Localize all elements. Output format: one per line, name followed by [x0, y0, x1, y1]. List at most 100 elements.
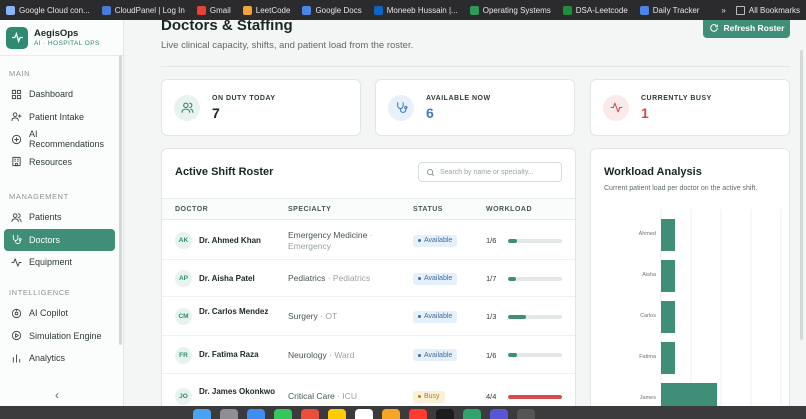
dock-app-icon[interactable] — [382, 409, 400, 419]
status-badge: Available — [413, 349, 458, 361]
stat-icon-circle — [603, 94, 629, 121]
more-bookmarks-button[interactable]: » — [721, 6, 725, 15]
dock-app-icon[interactable] — [328, 409, 346, 419]
table-row[interactable]: CM Dr. Carlos Mendez Surgery · OT Availa… — [162, 297, 575, 336]
bookmark-item[interactable]: DSA-Leetcode — [557, 0, 634, 20]
sidebar-item-analytics[interactable]: Analytics — [4, 347, 115, 369]
dock-app-icon[interactable] — [220, 409, 238, 419]
main-scrollbar[interactable] — [800, 50, 803, 340]
chart-category-label: Fatima — [639, 354, 657, 360]
refresh-roster-button[interactable]: Refresh Roster — [703, 20, 790, 38]
sidebar-item-patient-intake[interactable]: Patient Intake — [4, 106, 115, 128]
workload-bar-fill — [508, 314, 526, 319]
bookmark-list: Google Cloud con... CloudPanel | Log In Gm… — [0, 0, 705, 20]
stat-value: 7 — [212, 104, 220, 121]
workload-subtitle: Current patient load per doctor on the a… — [604, 185, 758, 192]
doctor-name: Dr. Aisha Patel — [199, 273, 255, 283]
sidebar-item-dashboard[interactable]: Dashboard — [4, 83, 115, 105]
collapse-sidebar-button[interactable]: ‹ — [55, 388, 59, 402]
roster-search-input[interactable]: Search by name or specialty... — [418, 162, 562, 182]
status-dot-icon — [418, 315, 421, 318]
sidebar-section-label: INTELLIGENCE — [9, 288, 71, 297]
status-label: Available — [424, 351, 453, 359]
status-dot-icon — [418, 277, 421, 280]
table-row[interactable]: AK Dr. Ahmed Khan Emergency Medicine · E… — [162, 221, 575, 260]
dock-app-icon[interactable] — [301, 409, 319, 419]
bookmark-item[interactable]: CloudPanel | Log In — [96, 0, 191, 20]
avatar: AK — [175, 232, 192, 249]
unit-name: ICU — [342, 391, 357, 401]
workload-bar — [508, 353, 562, 357]
stat-value: 1 — [641, 104, 649, 121]
sidebar-item-resources[interactable]: Resources — [4, 151, 115, 173]
column-header-specialty: SPECIALTY — [288, 206, 332, 213]
sidebar-item-label: Simulation Engine — [29, 330, 102, 341]
header-divider — [161, 66, 790, 67]
chart-bar — [661, 219, 675, 251]
doctor-specialty: Surgery · OT — [288, 311, 338, 321]
bookmark-item[interactable]: LeetCode — [237, 0, 297, 20]
dock-app-icon[interactable] — [490, 409, 508, 419]
status-label: Available — [424, 275, 453, 282]
sidebar-item-equipment[interactable]: Equipment — [4, 251, 115, 273]
bookmark-item[interactable]: Moneeb Hussain |... — [368, 0, 464, 20]
workload-bar-fill — [508, 394, 562, 399]
brand-subtitle: AI · HOSPITAL OPS — [34, 40, 100, 47]
sidebar-scrollbar[interactable] — [119, 55, 122, 345]
macos-dock — [0, 406, 806, 419]
column-header-workload: WORKLOAD — [486, 206, 532, 213]
bookmark-favicon-icon — [302, 5, 312, 15]
sidebar-item-doctors[interactable]: Doctors — [4, 228, 115, 251]
workload-count: 1/7 — [486, 274, 497, 283]
table-row[interactable]: AP Dr. Aisha Patel Pediatrics · Pediatri… — [162, 260, 575, 297]
building-icon — [12, 156, 21, 167]
sidebar-item-label: AI Copilot — [29, 308, 69, 318]
bookmark-item[interactable]: Google Docs — [296, 0, 367, 20]
bookmarks-overflow: » All Bookmarks — [721, 0, 806, 20]
bookmark-item[interactable]: Operating Systems — [464, 0, 557, 20]
page-subtitle: Live clinical capacity, shifts, and pati… — [161, 40, 414, 51]
dock-app-icon[interactable] — [517, 409, 535, 419]
folder-icon — [735, 5, 745, 15]
all-bookmarks-link[interactable]: All Bookmarks — [735, 0, 800, 20]
sidebar-item-simulation-engine[interactable]: Simulation Engine — [4, 325, 115, 347]
workload-count: 1/3 — [486, 312, 497, 321]
chart-bar — [661, 383, 717, 406]
chart-category-label: Aisha — [642, 272, 657, 278]
search-icon — [427, 168, 435, 176]
workload-bar-fill — [508, 276, 516, 281]
sidebar-item-ai-copilot[interactable]: AI Copilot — [4, 302, 115, 324]
bookmark-label: LeetCode — [255, 5, 291, 15]
table-row[interactable]: FR Dr. Fatima Raza Neurology · Ward Avai… — [162, 336, 575, 374]
table-row[interactable]: JO Dr. James Okonkwo Critical Care · ICU… — [162, 374, 575, 406]
search-placeholder: Search by name or specialty... — [440, 168, 534, 176]
dock-app-icon[interactable] — [463, 409, 481, 419]
unit-name: OT — [325, 311, 338, 321]
dock-app-icon[interactable] — [355, 409, 373, 419]
bookmark-item[interactable]: Google Cloud con... — [0, 0, 96, 20]
doctor-specialty: Neurology · Ward — [288, 349, 355, 360]
status-label: Available — [424, 237, 453, 244]
dock-app-icon[interactable] — [274, 409, 292, 419]
dock-app-icon[interactable] — [409, 409, 427, 419]
brand-name: AegisOps — [34, 28, 79, 39]
activity-icon — [11, 257, 22, 267]
bookmark-item[interactable]: Daily Tracker — [634, 0, 706, 20]
stat-icon-circle — [388, 94, 414, 121]
bookmark-label: Google Docs — [315, 5, 362, 15]
bookmark-label: Daily Tracker — [652, 5, 700, 15]
doctor-name: Dr. James Okonkwo — [199, 386, 276, 396]
doctor-name: Dr. Fatima Raza — [199, 350, 259, 359]
sidebar-item-ai-recommendations[interactable]: AI Recommendations — [4, 128, 115, 150]
unit-name: Emergency — [288, 240, 331, 251]
dock-app-icon[interactable] — [436, 409, 454, 419]
dock-app-icon[interactable] — [247, 409, 265, 419]
stethoscope-icon — [396, 102, 407, 113]
sidebar-item-patients[interactable]: Patients — [4, 206, 115, 228]
workload-bar — [508, 276, 562, 281]
dock-app-icon[interactable] — [193, 409, 211, 419]
bookmark-item[interactable]: Gmail — [191, 0, 237, 20]
avatar: JO — [175, 388, 192, 405]
stat-card-available-now: AVAILABLE NOW 6 — [375, 79, 575, 136]
workload-title: Workload Analysis — [604, 166, 702, 178]
